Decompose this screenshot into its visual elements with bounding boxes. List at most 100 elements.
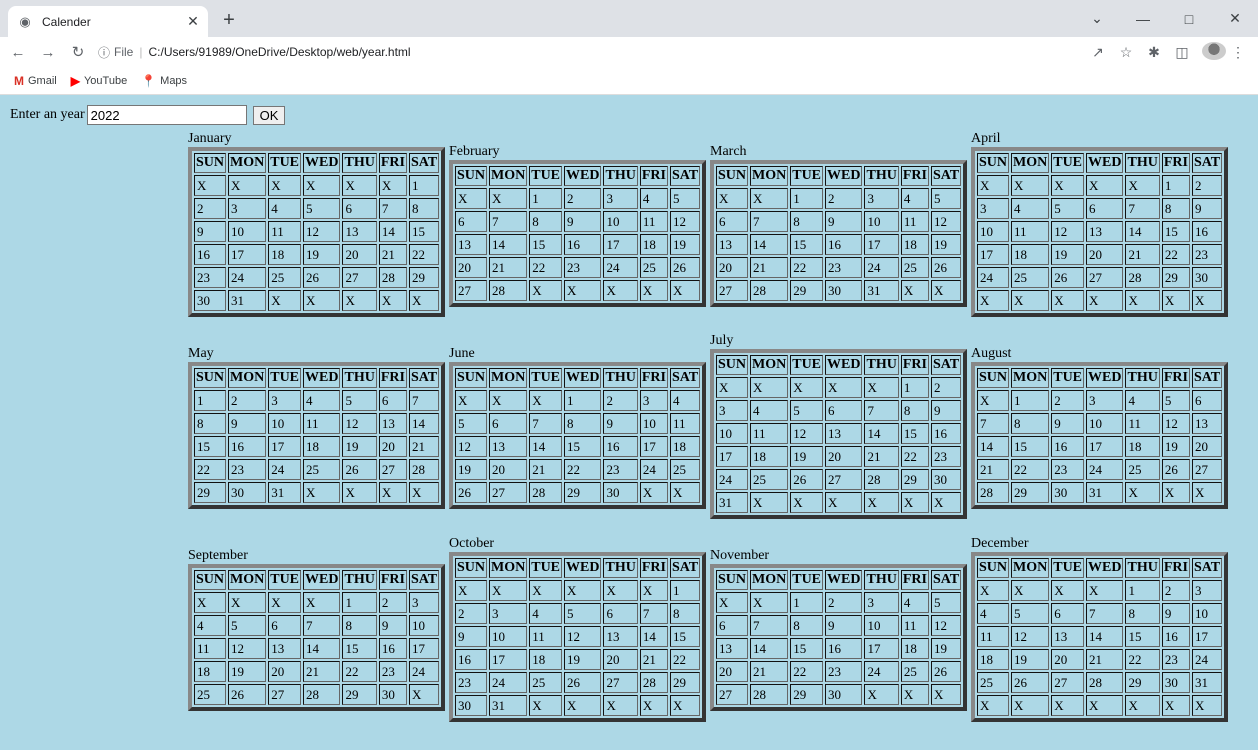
day-header: TUE bbox=[529, 166, 563, 186]
close-tab-icon[interactable]: ✕ bbox=[184, 13, 202, 31]
browser-tab[interactable]: ◉ Calender ✕ bbox=[8, 6, 208, 37]
day-cell: X bbox=[639, 580, 668, 601]
day-cell: 4 bbox=[900, 592, 929, 613]
day-cell: 4 bbox=[900, 188, 929, 209]
week-row: 4 5 6 7 8 9 10 bbox=[977, 603, 1223, 624]
day-cell: 3 bbox=[1086, 390, 1124, 411]
day-cell: 9 bbox=[1051, 413, 1085, 434]
day-cell: 10 bbox=[228, 221, 267, 242]
info-icon[interactable]: ⓘ bbox=[98, 44, 110, 61]
day-cell: 19 bbox=[342, 436, 377, 457]
week-row: 10 11 12 13 14 15 16 bbox=[977, 221, 1223, 242]
ok-button[interactable]: OK bbox=[252, 105, 286, 125]
minimize-icon[interactable]: — bbox=[1120, 11, 1166, 27]
day-cell: 8 bbox=[1161, 198, 1190, 219]
week-row: 12 13 14 15 16 17 18 bbox=[455, 436, 701, 457]
bookmark-maps[interactable]: 📍 Maps bbox=[141, 74, 187, 88]
day-cell: 22 bbox=[790, 661, 824, 682]
month-february: February SUN MON TUE WED THU FRI SAT X X 1 2 3 4 5 6 7 8 9… bbox=[449, 143, 707, 307]
week-row: 18 19 20 21 22 23 24 bbox=[977, 649, 1223, 670]
day-cell: 14 bbox=[1125, 221, 1160, 242]
week-row: 27 28 29 30 X X X bbox=[716, 684, 962, 705]
day-cell: 13 bbox=[716, 234, 749, 255]
day-cell: 11 bbox=[977, 626, 1010, 647]
year-input[interactable] bbox=[86, 105, 247, 125]
avatar[interactable] bbox=[1198, 41, 1226, 63]
reload-icon[interactable]: ↻ bbox=[66, 43, 90, 61]
day-cell: 18 bbox=[529, 649, 563, 670]
restore-icon[interactable]: □ bbox=[1166, 11, 1212, 27]
week-row: 18 19 20 21 22 23 24 bbox=[194, 661, 440, 682]
day-cell: X bbox=[1161, 482, 1190, 503]
day-cell: 28 bbox=[750, 684, 789, 705]
day-cell: 29 bbox=[194, 482, 227, 503]
day-cell: 20 bbox=[1086, 244, 1124, 265]
day-cell: 30 bbox=[825, 280, 863, 301]
month-name: August bbox=[971, 346, 1012, 361]
bookmark-youtube[interactable]: ▶ YouTube bbox=[71, 74, 127, 88]
month-july: July SUN MON TUE WED THU FRI SAT X X X X X 1 2 3 4 5 6 7 8 9 1… bbox=[710, 332, 968, 519]
day-cell: 3 bbox=[1191, 580, 1223, 601]
day-header: TUE bbox=[529, 368, 563, 388]
week-row: 13 14 15 16 17 18 19 bbox=[716, 638, 962, 659]
week-row: 30 31 X X X X X bbox=[455, 695, 701, 716]
close-window-icon[interactable]: ✕ bbox=[1212, 10, 1258, 27]
day-cell: 23 bbox=[455, 672, 488, 693]
bookmarks-bar: M Gmail ▶ YouTube 📍 Maps bbox=[0, 67, 1258, 95]
day-cell: 18 bbox=[1125, 436, 1160, 457]
tab-search-icon[interactable]: ⌄ bbox=[1074, 10, 1120, 27]
day-header: SUN bbox=[455, 166, 488, 186]
day-header: MON bbox=[228, 368, 267, 388]
day-header: TUE bbox=[790, 355, 824, 375]
day-cell: 29 bbox=[1161, 267, 1190, 288]
day-cell: 2 bbox=[228, 390, 267, 411]
day-cell: 3 bbox=[489, 603, 528, 624]
day-cell: 25 bbox=[303, 459, 341, 480]
day-cell: 6 bbox=[1191, 390, 1223, 411]
day-cell: X bbox=[790, 492, 824, 513]
day-cell: 18 bbox=[750, 446, 789, 467]
day-cell: X bbox=[1161, 290, 1190, 311]
day-cell: 16 bbox=[1191, 221, 1223, 242]
extensions-icon[interactable]: ✱ bbox=[1142, 44, 1166, 61]
day-cell: X bbox=[408, 684, 440, 705]
day-cell: 7 bbox=[639, 603, 668, 624]
day-cell: 30 bbox=[1051, 482, 1085, 503]
day-cell: 15 bbox=[1161, 221, 1190, 242]
day-cell: 31 bbox=[228, 290, 267, 311]
share-icon[interactable]: ↗ bbox=[1086, 44, 1110, 61]
day-cell: X bbox=[1086, 290, 1124, 311]
gmail-icon: M bbox=[14, 73, 24, 88]
day-cell: 4 bbox=[977, 603, 1010, 624]
back-icon[interactable]: ← bbox=[6, 44, 30, 61]
day-cell: 14 bbox=[750, 234, 789, 255]
day-cell: X bbox=[529, 280, 563, 301]
day-cell: X bbox=[489, 580, 528, 601]
week-row: 31 X X X X X X bbox=[716, 492, 962, 513]
side-panel-icon[interactable]: ◫ bbox=[1170, 44, 1194, 61]
day-cell: 18 bbox=[900, 638, 929, 659]
day-cell: 27 bbox=[342, 267, 377, 288]
day-header: SUN bbox=[194, 368, 227, 388]
day-cell: 19 bbox=[1161, 436, 1190, 457]
day-cell: X bbox=[1191, 695, 1223, 716]
day-cell: X bbox=[455, 580, 488, 601]
week-row: 29 30 31 X X X X bbox=[194, 482, 440, 503]
day-cell: 18 bbox=[639, 234, 668, 255]
day-cell: 26 bbox=[564, 672, 602, 693]
new-tab-button[interactable]: + bbox=[218, 9, 240, 31]
menu-icon[interactable]: ⋮ bbox=[1226, 44, 1250, 61]
day-cell: 27 bbox=[1051, 672, 1085, 693]
forward-icon[interactable]: → bbox=[36, 44, 60, 61]
bookmark-gmail[interactable]: M Gmail bbox=[14, 74, 57, 88]
day-header: WED bbox=[825, 166, 863, 186]
address-text[interactable]: C:/Users/91989/OneDrive/Desktop/web/year… bbox=[148, 45, 410, 59]
day-cell: 8 bbox=[194, 413, 227, 434]
star-icon[interactable]: ☆ bbox=[1114, 44, 1138, 61]
day-cell: 17 bbox=[864, 638, 899, 659]
address-bar[interactable]: ⓘ File | C:/Users/91989/OneDrive/Desktop… bbox=[98, 39, 1074, 65]
day-cell: X bbox=[378, 482, 407, 503]
day-header: TUE bbox=[1051, 153, 1085, 173]
month-name: January bbox=[188, 131, 232, 146]
month-name: November bbox=[710, 548, 770, 563]
